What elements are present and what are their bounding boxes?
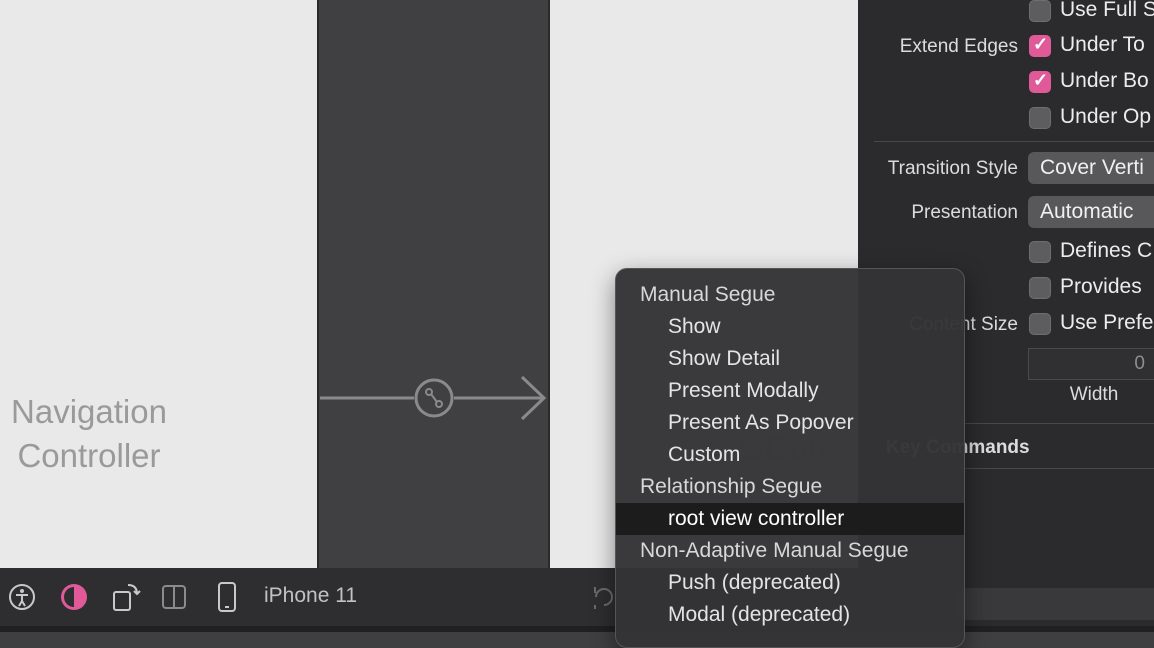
menu-item-show[interactable]: Show	[616, 311, 964, 343]
menu-item-modal-deprecated[interactable]: Modal (deprecated)	[616, 599, 964, 631]
scene-divider	[548, 0, 550, 568]
presentation-label: Presentation	[911, 202, 1018, 223]
under-opaque-bars-checkbox[interactable]	[1029, 107, 1051, 129]
menu-item-show-detail[interactable]: Show Detail	[616, 343, 964, 375]
window-bottom-edge	[0, 626, 1154, 632]
scene-divider	[317, 0, 319, 568]
accessibility-icon[interactable]	[6, 568, 38, 626]
provides-context-checkbox[interactable]	[1029, 277, 1051, 299]
navigation-controller-label: Navigation Controller	[0, 390, 184, 478]
use-full-screen-label: Use Full S	[1060, 0, 1154, 21]
menu-item-push-deprecated[interactable]: Push (deprecated)	[616, 567, 964, 599]
menu-header-non-adaptive-manual-segue: Non-Adaptive Manual Segue	[640, 539, 909, 562]
segue-icon[interactable]	[414, 377, 456, 419]
transition-style-popup[interactable]: Cover Verti	[1028, 152, 1154, 184]
defines-context-checkbox[interactable]	[1029, 241, 1051, 263]
nav-label-line1: Navigation	[11, 393, 167, 430]
navigation-controller-scene[interactable]	[0, 0, 318, 568]
use-full-screen-checkbox[interactable]	[1029, 0, 1051, 22]
under-bottom-bars-checkbox[interactable]	[1029, 70, 1051, 93]
nav-label-line2: Controller	[17, 437, 161, 474]
provides-context-label: Provides	[1060, 275, 1142, 298]
use-preferred-size-label: Use Prefe	[1060, 311, 1154, 334]
width-label: Width	[1069, 384, 1119, 405]
width-field[interactable]: 0	[1028, 348, 1154, 380]
split-view-icon[interactable]	[158, 568, 190, 626]
segue-context-menu[interactable]: Manual Segue Show Show Detail Present Modal…	[615, 268, 965, 648]
menu-header-manual-segue: Manual Segue	[640, 283, 776, 306]
orientation-icon[interactable]	[110, 568, 142, 626]
extend-edges-label: Extend Edges	[899, 36, 1018, 57]
menu-header-relationship-segue: Relationship Segue	[640, 475, 823, 498]
under-bottom-bars-label: Under Bo	[1060, 69, 1149, 92]
device-name-button[interactable]: iPhone 11	[264, 584, 357, 608]
inspector-footer-field	[958, 588, 1154, 620]
under-top-bars-checkbox[interactable]	[1029, 34, 1051, 57]
menu-item-present-as-popover[interactable]: Present As Popover	[616, 407, 964, 439]
defines-context-label: Defines C	[1060, 239, 1153, 262]
menu-item-present-modally[interactable]: Present Modally	[616, 375, 964, 407]
presentation-popup[interactable]: Automatic	[1028, 196, 1154, 228]
appearance-toggle-icon[interactable]	[58, 568, 90, 626]
under-top-bars-label: Under To	[1060, 33, 1145, 56]
device-phone-icon[interactable]	[212, 568, 242, 626]
divider	[874, 141, 1154, 142]
menu-item-root-view-controller[interactable]: root view controller	[616, 503, 964, 535]
use-preferred-size-checkbox[interactable]	[1029, 313, 1051, 335]
transition-style-label: Transition Style	[887, 158, 1018, 179]
under-opaque-bars-label: Under Op	[1060, 105, 1152, 128]
menu-item-custom[interactable]: Custom	[616, 439, 964, 471]
